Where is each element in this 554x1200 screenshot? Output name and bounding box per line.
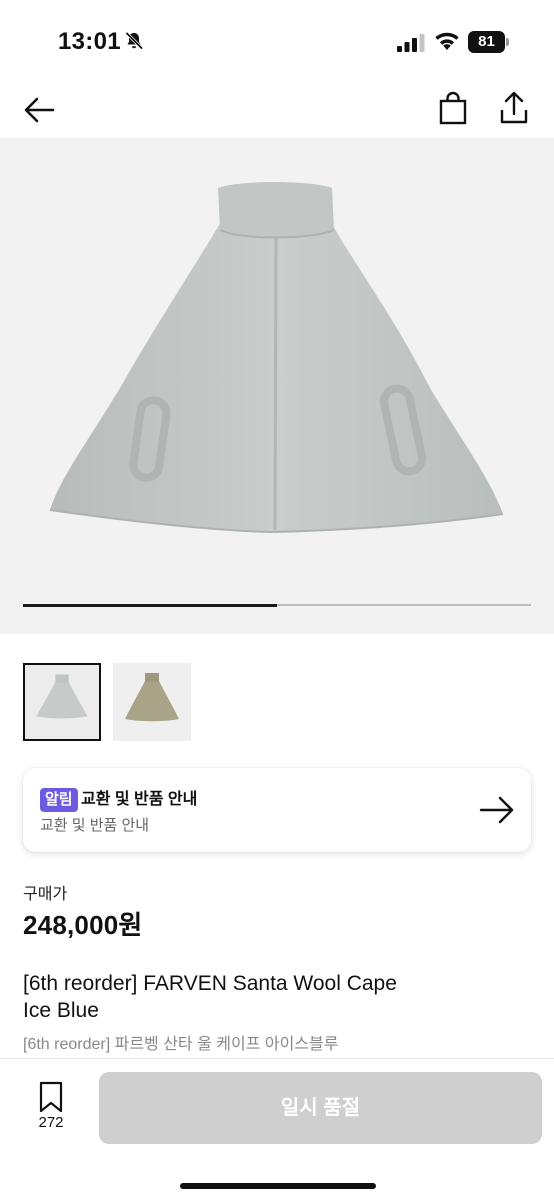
thumbnail-image-beige xyxy=(113,663,191,741)
wifi-icon xyxy=(435,32,459,50)
price-label: 구매가 xyxy=(23,886,68,903)
product-name-line1: [6th reorder] FARVEN Santa Wool Cape xyxy=(23,972,397,995)
product-image-cape xyxy=(49,182,504,534)
product-name: [6th reorder] FARVEN Santa Wool Cape Ice… xyxy=(23,970,483,1024)
notice-title: 교환 및 반품 안내 xyxy=(81,791,198,808)
home-indicator xyxy=(180,1183,376,1189)
status-bar: 13:01 81 xyxy=(0,0,554,84)
share-icon[interactable] xyxy=(496,90,532,126)
status-time: 13:01 xyxy=(58,28,121,55)
shopping-bag-icon[interactable] xyxy=(436,90,470,126)
sold-out-button[interactable]: 일시 품절 xyxy=(99,1072,542,1144)
back-arrow-icon[interactable] xyxy=(22,92,58,128)
product-name-line2: Ice Blue xyxy=(23,999,99,1022)
notice-badge: 알림 xyxy=(40,788,78,812)
product-image-carousel[interactable] xyxy=(0,138,554,634)
product-detail-screen: 13:01 81 알림 교환 및 반품 안내 교환 및 반품 안내 구매가 24… xyxy=(0,0,554,1200)
bookmark-icon xyxy=(39,1081,63,1113)
gallery-progress-fill xyxy=(23,603,277,607)
notice-subtitle: 교환 및 반품 안내 xyxy=(40,817,150,834)
thumbnail-image-ice-blue xyxy=(25,665,99,739)
top-nav xyxy=(0,84,554,134)
return-exchange-notice[interactable]: 알림 교환 및 반품 안내 교환 및 반품 안내 xyxy=(23,768,531,852)
bottom-action-bar: 272 일시 품절 xyxy=(0,1058,554,1200)
arrow-right-icon[interactable] xyxy=(479,794,515,826)
signal-icon xyxy=(397,34,425,52)
thumbnail-1[interactable] xyxy=(23,663,101,741)
wishlist-button[interactable]: 272 xyxy=(22,1081,80,1133)
bell-off-icon xyxy=(125,32,143,50)
wishlist-count: 272 xyxy=(38,1114,64,1131)
battery-icon: 81 xyxy=(468,31,510,53)
price-value: 248,000원 xyxy=(23,910,143,940)
thumbnail-2[interactable] xyxy=(113,663,191,741)
product-name-korean: [6th reorder] 파르벵 산타 울 케이프 아이스블루 xyxy=(23,1036,339,1053)
gallery-progress xyxy=(23,603,531,607)
battery-level: 81 xyxy=(468,31,505,53)
